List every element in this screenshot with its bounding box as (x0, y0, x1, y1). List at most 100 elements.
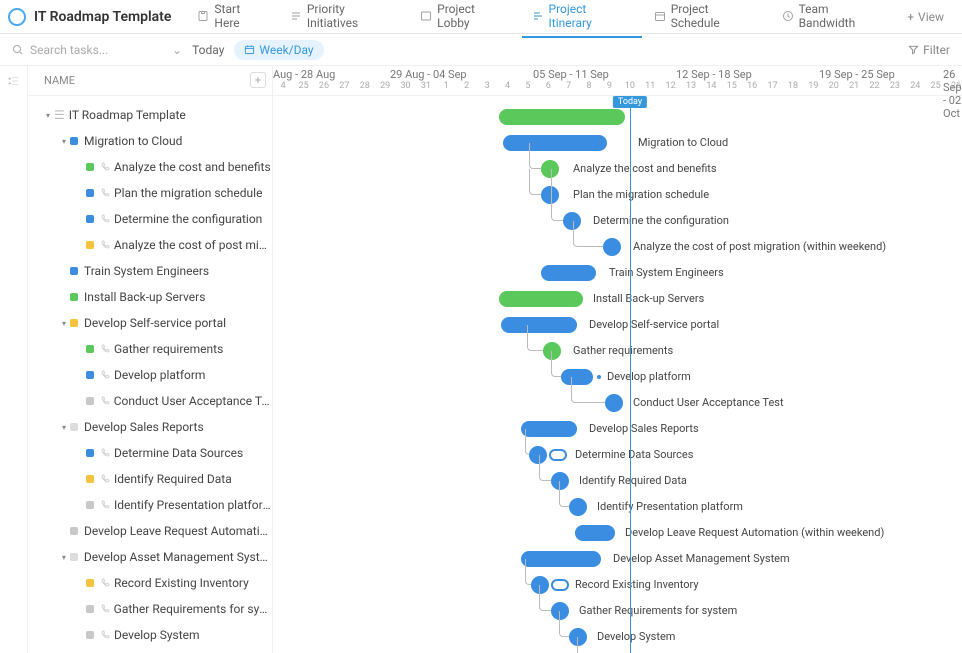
gantt-bar[interactable] (575, 525, 615, 541)
day-label: 17 (762, 81, 782, 95)
gantt-row[interactable]: Develop platform (273, 364, 962, 390)
status-dot (86, 579, 94, 587)
phone-icon (100, 604, 110, 614)
day-label: 27 (334, 81, 354, 95)
gantt-row[interactable]: Analyze the cost of post migration (with… (273, 234, 962, 260)
gantt-row[interactable]: Identify Presentation platform (273, 494, 962, 520)
name-column-header: NAME (44, 74, 75, 87)
gantt-bar[interactable] (499, 291, 583, 307)
caret-icon[interactable]: ▾ (60, 137, 68, 145)
gantt-row[interactable]: Determine the configuration (273, 208, 962, 234)
tree-node[interactable]: ▾Analyze the cost and benefits (28, 154, 272, 180)
bar-label: Develop Self-service portal (589, 318, 719, 331)
tab-icon (197, 10, 209, 22)
tree-node[interactable]: ▾Develop Leave Request Automation (28, 518, 272, 544)
tree-node[interactable]: ▾Train System Engineers (28, 258, 272, 284)
connector-line (559, 611, 569, 637)
gantt-row[interactable]: Conduct User Acceptance Test (273, 390, 962, 416)
day-label: 1 (436, 81, 456, 95)
tree-node[interactable]: ▾Gather requirements (28, 336, 272, 362)
gantt-bar[interactable] (503, 135, 607, 151)
tree-node[interactable]: ▾Identify Presentation platform (28, 492, 272, 518)
status-dot (86, 241, 94, 249)
tree-node[interactable]: ▾Gather Requirements for syst... (28, 596, 272, 622)
tab-team-bandwidth[interactable]: Team Bandwidth (772, 0, 898, 38)
collapse-handle[interactable] (0, 66, 28, 653)
bar-label: Determine Data Sources (575, 448, 693, 461)
tab-label: Project Schedule (671, 2, 760, 30)
tree-node[interactable]: ▾Identify Required Data (28, 466, 272, 492)
caret-icon[interactable]: ▾ (60, 423, 68, 431)
gantt-milestone[interactable] (569, 498, 587, 516)
tree-node[interactable]: ▾Conduct User Acceptance Test (28, 388, 272, 414)
phone-icon (100, 474, 110, 484)
filter-label: Filter (923, 43, 950, 57)
tree-node[interactable]: ▾Analyze the cost of post mig... (28, 232, 272, 258)
gantt-row[interactable]: Migration to Cloud (273, 130, 962, 156)
gantt-bar[interactable] (541, 265, 596, 281)
tab-project-itinerary[interactable]: Project Itinerary (522, 0, 642, 38)
gantt-body[interactable]: TodayMigration to CloudAnalyze the cost … (273, 96, 962, 653)
tree-node[interactable]: ▾ Develop Sales Reports (28, 414, 272, 440)
gantt-row[interactable]: Develop Leave Request Automation (within… (273, 520, 962, 546)
gantt-row[interactable]: Record Existing Inventory (273, 572, 962, 598)
gantt-chart[interactable]: 4252627282930311234567891011121314151617… (273, 66, 962, 653)
gantt-row[interactable]: Determine Data Sources (273, 442, 962, 468)
tree-node[interactable]: ▾Develop Self-service portal (28, 310, 272, 336)
gantt-row[interactable]: Train System Engineers (273, 260, 962, 286)
tab-icon (782, 10, 794, 22)
filter-button[interactable]: Filter (908, 43, 950, 57)
node-label: Develop Sales Reports (84, 420, 204, 434)
tree-node[interactable]: ▾Conduct User Acceptance Test (28, 648, 272, 653)
bar-label: Record Existing Inventory (575, 578, 699, 591)
tree-node[interactable]: ▾Migration to Cloud (28, 128, 272, 154)
tree-node[interactable]: ▾Plan the migration schedule (28, 180, 272, 206)
day-label: 9 (599, 81, 619, 95)
add-column-button[interactable]: + (250, 72, 266, 88)
app-logo-icon (8, 8, 26, 26)
day-label: 29 (375, 81, 395, 95)
tab-start-here[interactable]: Start Here (187, 0, 277, 38)
gantt-row[interactable]: Gather Requirements for system (273, 598, 962, 624)
tree-node[interactable]: ▾Develop platform (28, 362, 272, 388)
gantt-row[interactable]: Gather requirements (273, 338, 962, 364)
gantt-bar[interactable] (521, 551, 601, 567)
day-label: 19 (803, 81, 823, 95)
chevron-down-icon[interactable]: ⌄ (172, 43, 182, 57)
caret-icon[interactable]: ▾ (44, 111, 52, 119)
weekday-toggle[interactable]: Week/Day (234, 40, 323, 60)
today-button[interactable]: Today (192, 43, 224, 57)
gantt-milestone[interactable] (603, 238, 621, 256)
caret-icon[interactable]: ▾ (60, 319, 68, 327)
gantt-row[interactable]: Develop System (273, 624, 962, 650)
caret-icon[interactable]: ▾ (60, 553, 68, 561)
gantt-row[interactable]: Develop Sales Reports (273, 416, 962, 442)
search-input[interactable]: Search tasks... (12, 43, 162, 57)
add-view-button[interactable]: + View (897, 4, 954, 30)
phone-icon (100, 214, 110, 224)
gantt-bar[interactable] (549, 449, 567, 461)
tab-project-lobby[interactable]: Project Lobby (410, 0, 519, 38)
gantt-row[interactable]: Develop Self-service portal (273, 312, 962, 338)
tab-project-schedule[interactable]: Project Schedule (644, 0, 770, 38)
connector-line (525, 429, 529, 455)
tree-node[interactable]: ▾Determine the configuration (28, 206, 272, 232)
gantt-bar[interactable] (499, 109, 625, 125)
gantt-row[interactable]: Develop Asset Management System (273, 546, 962, 572)
tree-node[interactable]: ▾Record Existing Inventory (28, 570, 272, 596)
tree-node[interactable]: ▾Install Back-up Servers (28, 284, 272, 310)
tab-bar: Start HerePriority InitiativesProject Lo… (187, 0, 897, 38)
gantt-row[interactable]: Analyze the cost and benefits (273, 156, 962, 182)
gantt-row[interactable]: Plan the migration schedule (273, 182, 962, 208)
tab-priority-initiatives[interactable]: Priority Initiatives (280, 0, 408, 38)
tree-node[interactable]: ▾Develop System (28, 622, 272, 648)
status-dot (86, 163, 94, 171)
tree-node[interactable]: ▾Develop Asset Management System (28, 544, 272, 570)
gantt-bar[interactable] (521, 421, 577, 437)
gantt-row[interactable]: Identify Required Data (273, 468, 962, 494)
gantt-milestone[interactable] (605, 394, 623, 412)
tree-node[interactable]: ▾☰IT Roadmap Template (28, 102, 272, 128)
gantt-bar[interactable] (551, 579, 569, 591)
tree-node[interactable]: ▾Determine Data Sources (28, 440, 272, 466)
gantt-row[interactable]: Install Back-up Servers (273, 286, 962, 312)
